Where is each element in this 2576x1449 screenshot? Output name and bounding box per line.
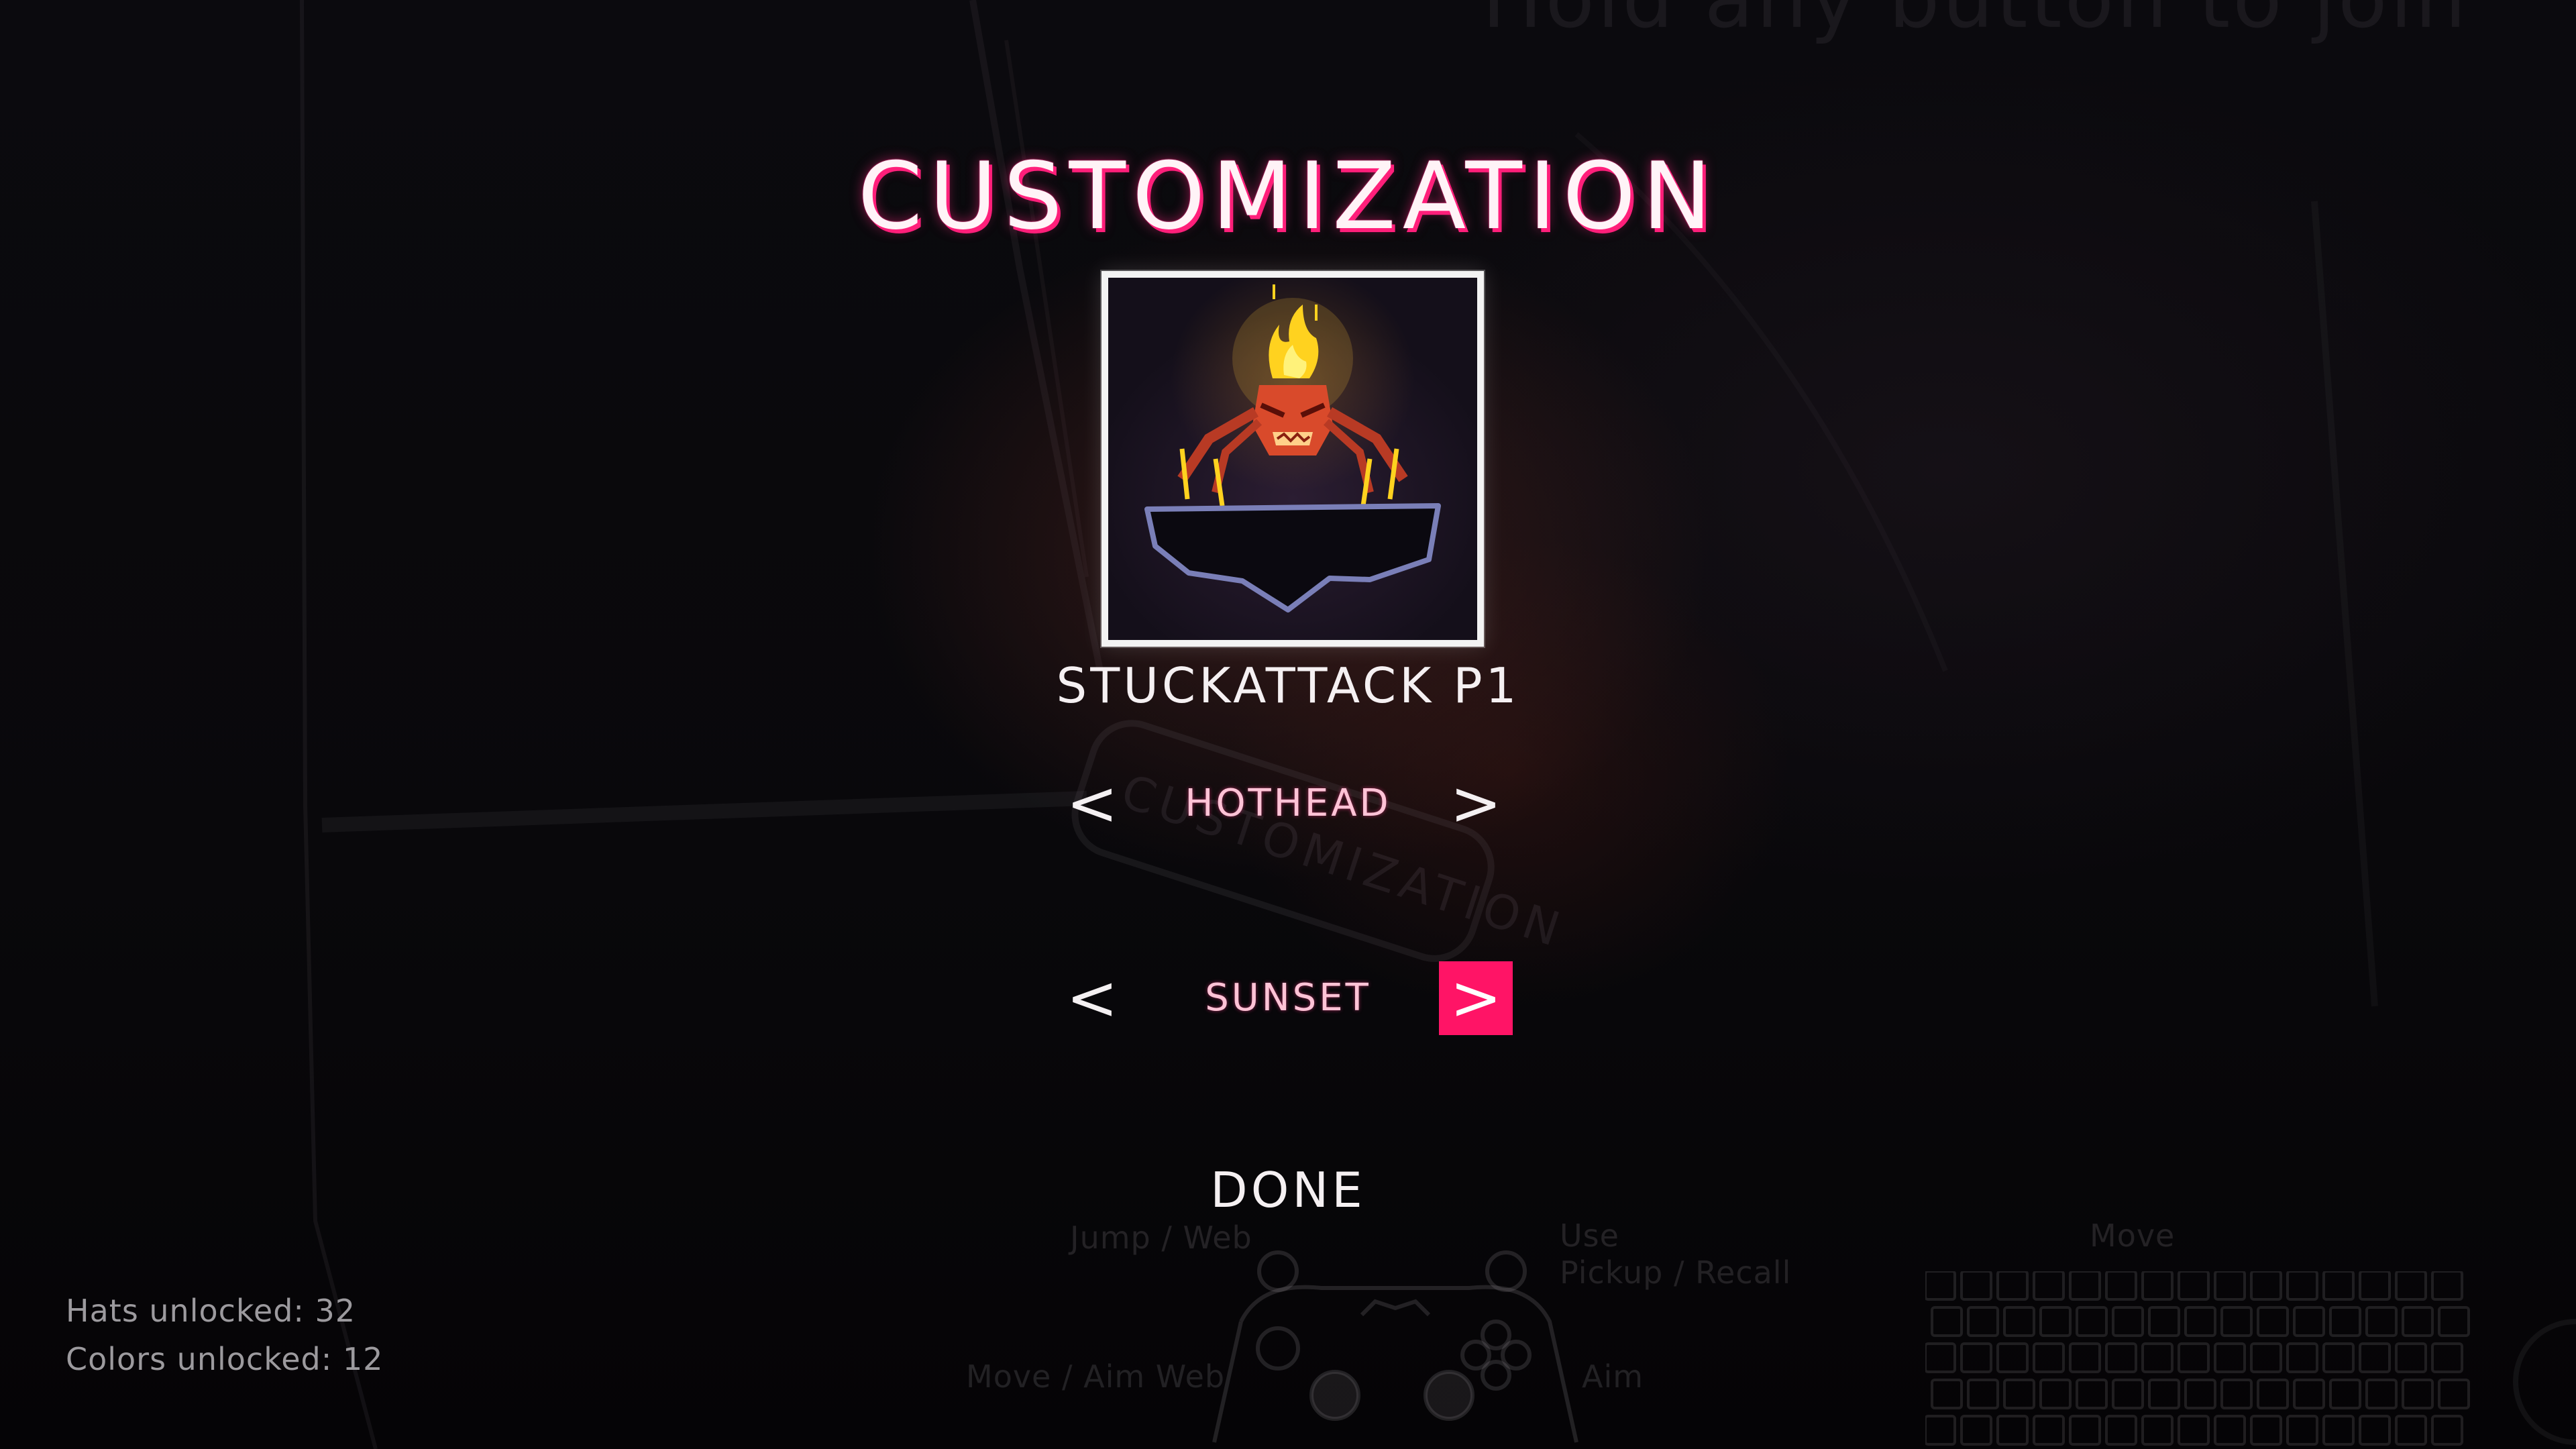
- keyboard-key: [2039, 1306, 2072, 1337]
- keyboard-key: [2112, 1306, 2144, 1337]
- keyboard-key: [2359, 1415, 2391, 1446]
- keyboard-key: [2431, 1415, 2463, 1446]
- keyboard-key: [2322, 1271, 2355, 1301]
- hat-prev-button[interactable]: <: [1055, 767, 1129, 841]
- keyboard-key: [2257, 1379, 2289, 1409]
- keyboard-key: [2329, 1379, 2361, 1409]
- keyboard-key: [2293, 1306, 2325, 1337]
- keyboard-key: [2431, 1271, 2463, 1301]
- keyboard-key: [2178, 1415, 2210, 1446]
- color-selector: < SUNSET >: [0, 961, 2576, 1042]
- keyboard-key: [1960, 1271, 1992, 1301]
- control-label-aim: Aim: [1582, 1358, 1644, 1395]
- join-hint-text: Hold any button to join: [1482, 0, 2469, 46]
- keyboard-key: [2250, 1415, 2282, 1446]
- keyboard-key: [2033, 1342, 2065, 1373]
- keyboard-key: [2402, 1379, 2434, 1409]
- keyboard-key: [2286, 1342, 2318, 1373]
- keyboard-key: [2178, 1342, 2210, 1373]
- keyboard-key: [2003, 1379, 2035, 1409]
- keyboard-key: [2322, 1415, 2355, 1446]
- keyboard-key: [2438, 1379, 2470, 1409]
- keyboard-key: [2178, 1271, 2210, 1301]
- page-title: CUSTOMIZATION: [857, 142, 1719, 250]
- keyboard-key: [2214, 1415, 2246, 1446]
- keyboard-key: [2076, 1379, 2108, 1409]
- keyboard-key: [2039, 1379, 2072, 1409]
- keyboard-key: [2184, 1379, 2216, 1409]
- keyboard-key: [2257, 1306, 2289, 1337]
- color-next-button[interactable]: >: [1439, 961, 1513, 1035]
- keyboard-key: [2148, 1379, 2180, 1409]
- keyboard-key: [1996, 1342, 2029, 1373]
- keyboard-key: [2069, 1415, 2101, 1446]
- keyboard-key: [1925, 1342, 1956, 1373]
- keyboard-key: [2220, 1379, 2253, 1409]
- keyboard-key: [2365, 1379, 2398, 1409]
- control-label-move: Move: [2090, 1218, 2176, 1254]
- colors-unlocked-text: Colors unlocked: 12: [66, 1341, 384, 1377]
- keyboard-key: [2250, 1271, 2282, 1301]
- hat-next-button[interactable]: >: [1439, 767, 1513, 841]
- keyboard-key: [1960, 1415, 1992, 1446]
- keyboard-key: [1967, 1379, 1999, 1409]
- control-label-pickup-recall: Pickup / Recall: [1560, 1254, 1792, 1291]
- keyboard-key: [2003, 1306, 2035, 1337]
- keyboard-key: [2033, 1415, 2065, 1446]
- spider-character-image: [1144, 284, 1441, 612]
- keyboard-key: [2359, 1271, 2391, 1301]
- keyboard-key: [2141, 1271, 2174, 1301]
- done-button[interactable]: DONE: [0, 1162, 2576, 1218]
- keyboard-key: [2402, 1306, 2434, 1337]
- keyboard-key: [2220, 1306, 2253, 1337]
- control-label-move-aim-web: Move / Aim Web: [966, 1358, 1226, 1395]
- keyboard-key: [2286, 1271, 2318, 1301]
- keyboard-key: [1996, 1415, 2029, 1446]
- keyboard-key: [2033, 1271, 2065, 1301]
- keyboard-key: [2141, 1342, 2174, 1373]
- hat-selector: < HOTHEAD >: [0, 767, 2576, 847]
- keyboard-key: [2329, 1306, 2361, 1337]
- keyboard-key: [2438, 1306, 2470, 1337]
- keyboard-key: [1996, 1271, 2029, 1301]
- keyboard-key: [1931, 1379, 1963, 1409]
- color-value: SUNSET: [1205, 976, 1371, 1020]
- keyboard-key: [1931, 1306, 1963, 1337]
- keyboard-key: [2214, 1342, 2246, 1373]
- color-prev-button[interactable]: <: [1055, 961, 1129, 1035]
- gamepad-icon: [1212, 1250, 1578, 1443]
- keyboard-key: [2148, 1306, 2180, 1337]
- keyboard-key: [1967, 1306, 1999, 1337]
- keyboard-key: [1960, 1342, 1992, 1373]
- keyboard-key: [2141, 1415, 2174, 1446]
- keyboard-key: [2431, 1342, 2463, 1373]
- character-portrait: [1102, 271, 1484, 647]
- player-name: STUCKATTACK P1: [1056, 657, 1520, 714]
- keyboard-key: [2184, 1306, 2216, 1337]
- keyboard-key: [2076, 1306, 2108, 1337]
- keyboard-key: [2112, 1379, 2144, 1409]
- keyboard-key: [2286, 1415, 2318, 1446]
- keyboard-key: [1925, 1271, 1956, 1301]
- keyboard-key: [1925, 1415, 1956, 1446]
- keyboard-key: [2069, 1342, 2101, 1373]
- keyboard-key: [2069, 1271, 2101, 1301]
- unlock-stats: Hats unlocked: 32 Colors unlocked: 12: [66, 1287, 383, 1383]
- keyboard-key: [2395, 1271, 2427, 1301]
- keyboard-key: [2105, 1415, 2137, 1446]
- keyboard-key: [2359, 1342, 2391, 1373]
- keyboard-icon: [1925, 1271, 2470, 1446]
- keyboard-key: [2214, 1271, 2246, 1301]
- keyboard-key: [2105, 1342, 2137, 1373]
- keyboard-key: [2250, 1342, 2282, 1373]
- keyboard-key: [2395, 1415, 2427, 1446]
- keyboard-key: [2395, 1342, 2427, 1373]
- keyboard-key: [2365, 1306, 2398, 1337]
- hat-value: HOTHEAD: [1185, 782, 1391, 825]
- hats-unlocked-text: Hats unlocked: 32: [66, 1293, 356, 1329]
- keyboard-key: [2105, 1271, 2137, 1301]
- keyboard-key: [2293, 1379, 2325, 1409]
- keyboard-key: [2322, 1342, 2355, 1373]
